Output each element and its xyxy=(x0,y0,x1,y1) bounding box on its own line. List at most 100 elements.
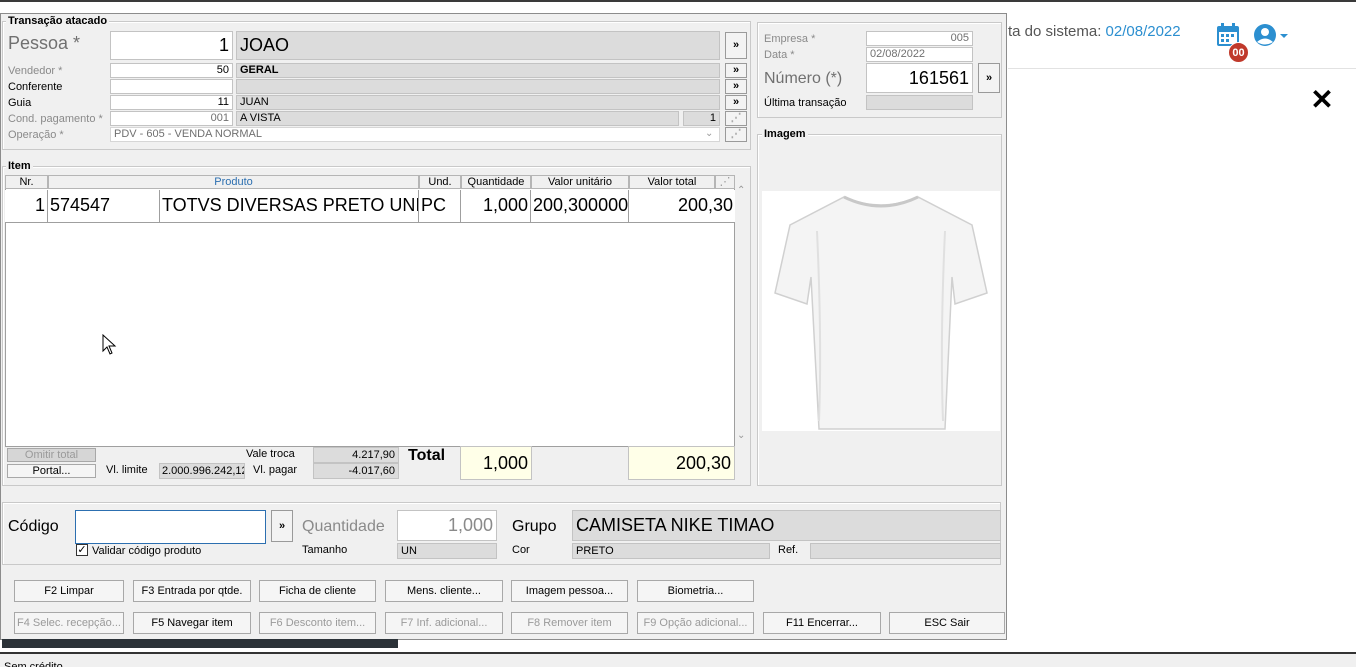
ficha-cliente-button[interactable]: Ficha de cliente xyxy=(259,580,376,602)
cor-label: Cor xyxy=(512,544,530,556)
vl-pagar-label: Vl. pagar xyxy=(253,464,298,476)
top-border xyxy=(0,0,1356,2)
quantidade-input[interactable]: 1,000 xyxy=(397,510,497,541)
scroll-down-icon[interactable]: ⌄ xyxy=(737,430,745,441)
biometria-button[interactable]: Biometria... xyxy=(637,580,754,602)
vale-troca-field: 4.217,90 xyxy=(313,447,399,463)
operacao-select[interactable]: PDV - 605 - VENDA NORMAL xyxy=(110,127,720,142)
table-row[interactable]: 1 574547 TOTVS DIVERSAS PRETO UNICO PC 1… xyxy=(5,190,735,223)
pessoa-lookup-button[interactable]: » xyxy=(725,32,747,59)
close-icon[interactable]: ✕ xyxy=(1308,86,1336,114)
chevron-down-icon: ⌄ xyxy=(705,128,714,139)
f6-desconto-item-button[interactable]: F6 Desconto item... xyxy=(259,612,376,634)
product-image xyxy=(762,191,1000,431)
table-scrollbar[interactable]: ⌃ ⌄ xyxy=(735,175,749,447)
cond-pagamento-label: Cond. pagamento * xyxy=(8,113,103,125)
vl-limite-label: Vl. limite xyxy=(106,464,148,476)
validar-label: Validar código produto xyxy=(92,545,202,557)
notification-badge: 00 xyxy=(1228,42,1249,63)
codigo-lookup-button[interactable]: » xyxy=(271,510,293,542)
f2-limpar-button[interactable]: F2 Limpar xyxy=(14,580,124,602)
tamanho-field: UN xyxy=(397,543,497,559)
codigo-label: Código xyxy=(8,518,59,535)
conferente-name-field xyxy=(236,79,720,94)
cond-pagamento-name-field: A VISTA xyxy=(236,111,679,126)
mouse-cursor-icon xyxy=(102,334,117,355)
f9-opcao-adicional-button[interactable]: F9 Opção adicional... xyxy=(637,612,754,634)
cell-valor-unitario: 200,300000 xyxy=(531,190,629,222)
grupo-label: Grupo xyxy=(512,518,557,535)
operacao-label: Operação * xyxy=(8,129,64,141)
codigo-input[interactable] xyxy=(75,510,266,544)
numero-field[interactable]: 161561 xyxy=(866,63,973,93)
cell-codigo: 574547 xyxy=(48,190,160,222)
esc-sair-button[interactable]: ESC Sair xyxy=(889,612,1005,634)
validar-checkbox[interactable]: ✓ xyxy=(76,544,88,556)
cond-pagamento-code-field[interactable]: 001 xyxy=(110,111,233,126)
user-avatar-icon[interactable] xyxy=(1252,22,1288,48)
item-title: Item xyxy=(6,160,33,172)
cell-nr: 1 xyxy=(5,190,48,222)
vl-pagar-field: -4.017,60 xyxy=(313,463,399,479)
status-bar xyxy=(0,652,1356,667)
f5-navegar-item-button[interactable]: F5 Navegar item xyxy=(133,612,251,634)
cond-pagamento-lookup-button[interactable]: ⋰ xyxy=(725,111,747,126)
guia-lookup-button[interactable]: » xyxy=(725,95,747,110)
vendedor-lookup-button[interactable]: » xyxy=(725,63,747,78)
vendedor-label: Vendedor * xyxy=(8,65,63,77)
header-separator xyxy=(1008,68,1356,69)
imagem-title: Imagem xyxy=(762,128,808,140)
guia-name-field: JUAN xyxy=(236,95,720,110)
column-header-produto[interactable]: Produto xyxy=(48,175,419,189)
omitir-total-button[interactable]: Omitir total xyxy=(7,448,96,462)
empresa-label: Empresa * xyxy=(764,33,816,45)
f8-remover-item-button[interactable]: F8 Remover item xyxy=(511,612,628,634)
ref-label: Ref. xyxy=(778,544,799,556)
guia-label: Guia xyxy=(8,97,32,109)
transacao-title: Transação atacado xyxy=(6,15,110,27)
portal-button[interactable]: Portal... xyxy=(7,464,96,478)
total-quantity-field: 1,000 xyxy=(460,446,532,480)
cond-parcelas-field: 1 xyxy=(683,111,720,126)
pessoa-code-field[interactable]: 1 xyxy=(110,31,233,60)
cell-und: PC xyxy=(419,190,461,222)
f7-inf-adicional-button[interactable]: F7 Inf. adicional... xyxy=(385,612,503,634)
conferente-code-field[interactable] xyxy=(110,79,233,94)
column-header-valor-unitario[interactable]: Valor unitário xyxy=(531,175,629,189)
pessoa-label: Pessoa * xyxy=(8,33,81,53)
pessoa-name-field: JOAO xyxy=(236,31,720,60)
scroll-up-icon[interactable]: ⌃ xyxy=(737,185,745,196)
guia-code-field[interactable]: 11 xyxy=(110,95,233,110)
vendedor-code-field[interactable]: 50 xyxy=(110,63,233,78)
cell-valor-total: 200,30 xyxy=(629,190,735,222)
ultima-transacao-label: Última transação xyxy=(764,97,847,109)
column-options-icon[interactable]: ⋰ xyxy=(715,175,735,189)
tshirt-icon xyxy=(774,195,988,430)
mens-cliente-button[interactable]: Mens. cliente... xyxy=(385,580,503,602)
data-label: Data * xyxy=(764,49,795,61)
operacao-lookup-button[interactable]: ⋰ xyxy=(725,127,747,142)
conferente-label: Conferente xyxy=(8,81,63,93)
ultima-transacao-field xyxy=(866,95,973,110)
empresa-field: 005 xyxy=(866,31,973,46)
column-header-quantidade[interactable]: Quantidade xyxy=(461,175,531,189)
column-header-valor-total[interactable]: Valor total xyxy=(629,175,715,189)
column-header-und[interactable]: Und. xyxy=(419,175,461,189)
quantidade-label: Quantidade xyxy=(302,518,385,535)
grupo-field: CAMISETA NIKE TIMAO xyxy=(572,510,1001,541)
f11-encerrar-button[interactable]: F11 Encerrar... xyxy=(763,612,881,634)
total-label: Total xyxy=(408,447,446,464)
system-date-label: ta do sistema: xyxy=(1008,23,1106,40)
conferente-lookup-button[interactable]: » xyxy=(725,79,747,94)
operacao-value: PDV - 605 - VENDA NORMAL xyxy=(114,128,262,140)
data-field: 02/08/2022 xyxy=(866,47,973,62)
tamanho-label: Tamanho xyxy=(302,544,348,556)
column-header-nr[interactable]: Nr. xyxy=(5,175,48,189)
f3-entrada-qtde-button[interactable]: F3 Entrada por qtde. xyxy=(133,580,251,602)
f4-selec-recepcao-button[interactable]: F4 Selec. recepção... xyxy=(14,612,124,634)
numero-lookup-button[interactable]: » xyxy=(978,63,1000,93)
cor-field: PRETO xyxy=(572,543,770,559)
status-text: Sem crédito xyxy=(4,661,63,667)
imagem-pessoa-button[interactable]: Imagem pessoa... xyxy=(511,580,628,602)
system-date-value: 02/08/2022 xyxy=(1105,23,1181,40)
